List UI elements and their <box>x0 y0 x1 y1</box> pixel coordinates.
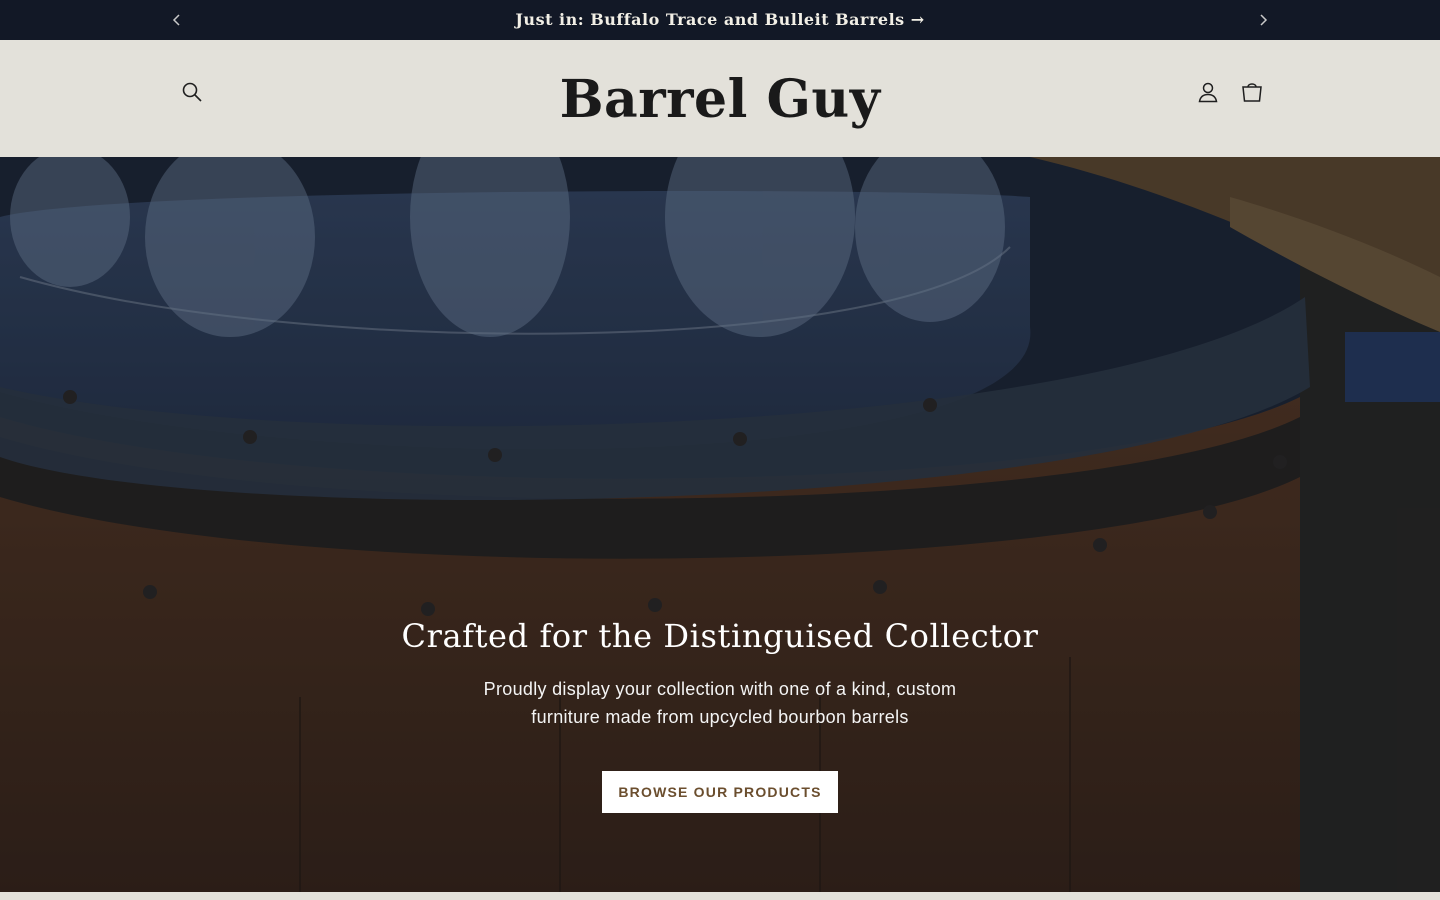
account-icon <box>1198 82 1218 103</box>
browse-products-button[interactable]: BROWSE OUR PRODUCTS <box>602 771 838 813</box>
chevron-right-icon <box>1260 14 1268 26</box>
page-bottom-strip <box>0 892 1440 900</box>
account-button[interactable] <box>1190 74 1226 110</box>
cart-button[interactable] <box>1234 74 1270 110</box>
hero-content: Crafted for the Distinguised Collector P… <box>0 617 1440 813</box>
hero-subheading: Proudly display your collection with one… <box>483 679 957 727</box>
announcement-next-button[interactable] <box>1253 10 1273 30</box>
hero-heading: Crafted for the Distinguised Collector <box>401 617 1039 655</box>
announcement-bar: Just in: Buffalo Trace and Bulleit Barre… <box>0 0 1440 40</box>
site-header: Barrel Guy <box>0 40 1440 157</box>
hero-banner: Crafted for the Distinguised Collector P… <box>0 157 1440 892</box>
cart-icon <box>1242 83 1262 102</box>
announcement-link[interactable]: Just in: Buffalo Trace and Bulleit Barre… <box>0 0 1440 40</box>
